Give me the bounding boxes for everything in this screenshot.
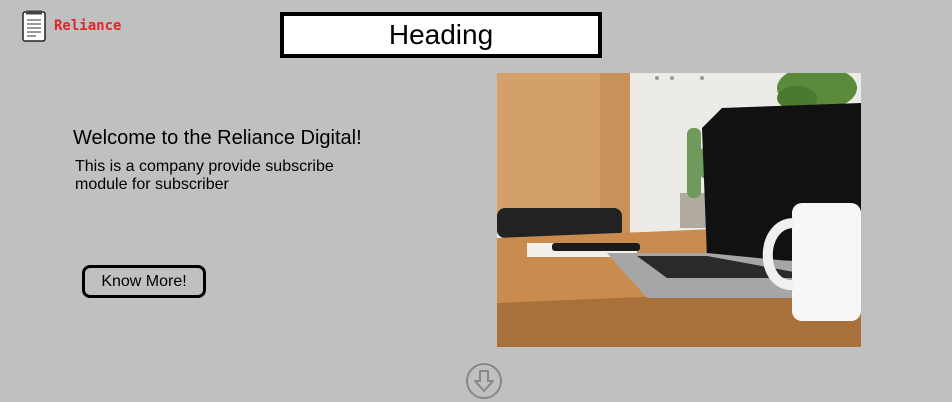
welcome-heading: Welcome to the Reliance Digital!: [73, 127, 362, 149]
company-description: This is a company provide subscribe modu…: [75, 158, 334, 193]
arrow-down-circle-icon[interactable]: [465, 362, 503, 400]
laptop-desk-photo: [497, 73, 861, 347]
page-title: Heading: [280, 12, 602, 58]
know-more-button[interactable]: Know More!: [82, 265, 206, 298]
brand-logo[interactable]: Reliance: [22, 10, 121, 42]
notepad-icon: [22, 10, 46, 42]
brand-name: Reliance: [54, 18, 122, 34]
